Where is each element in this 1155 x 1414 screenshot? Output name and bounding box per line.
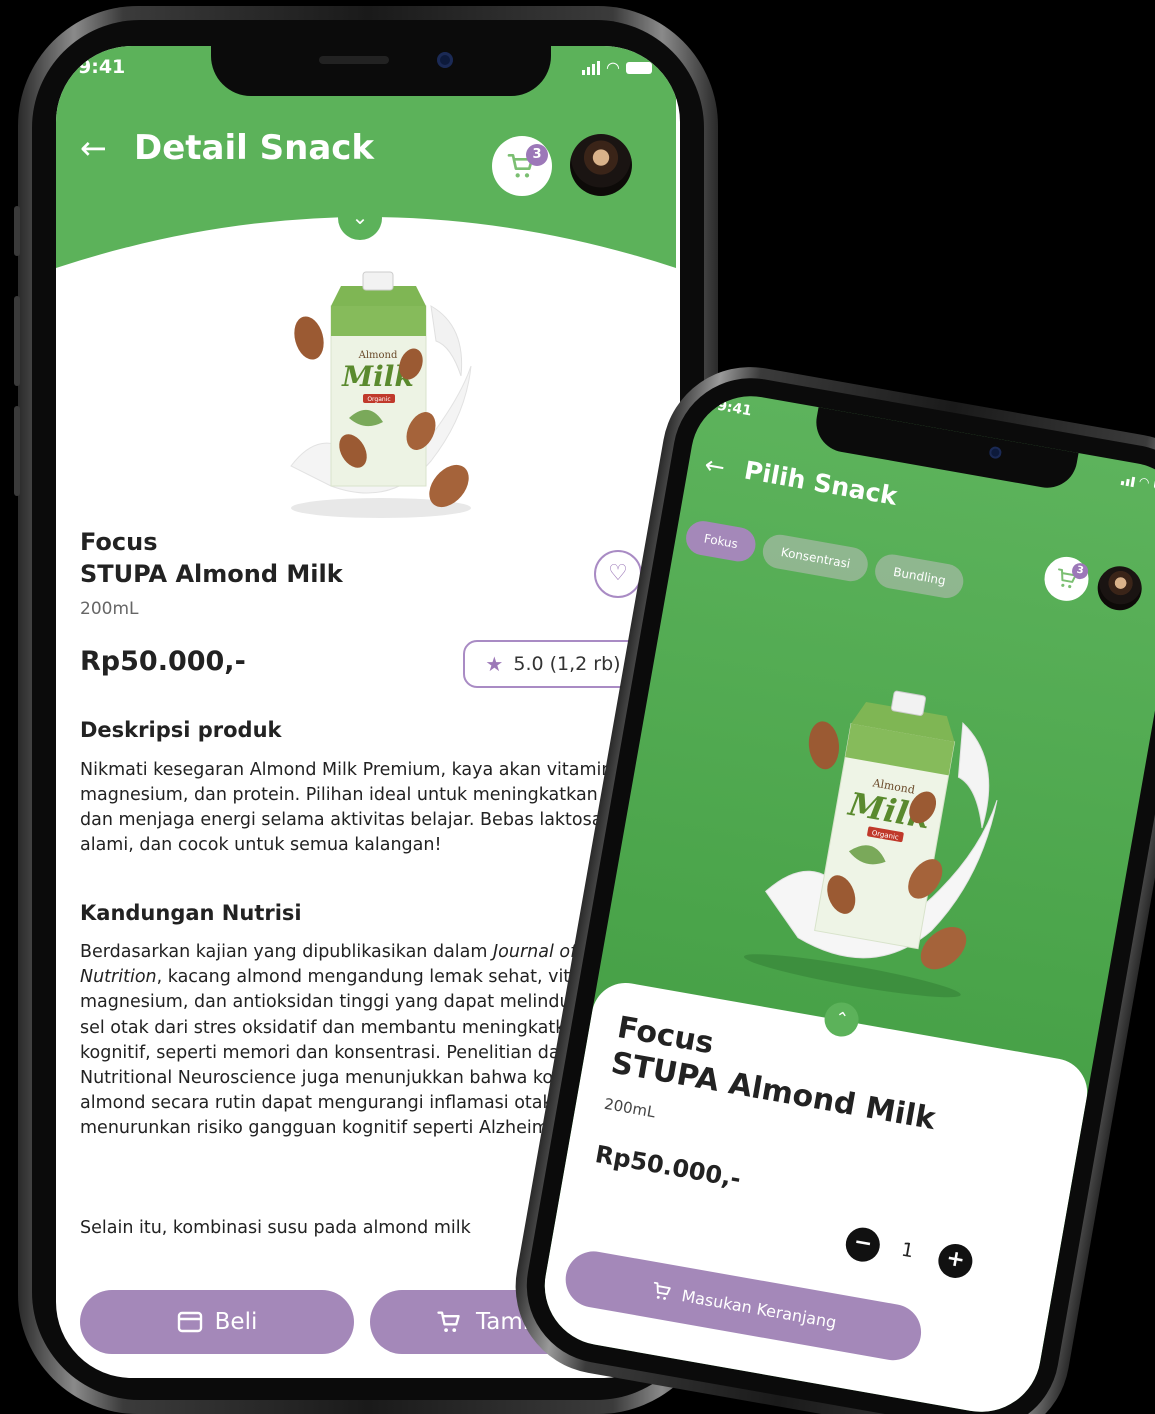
cart-icon [437,1311,460,1333]
tab-konsentrasi[interactable]: Konsentrasi [760,532,871,584]
minus-icon: − [851,1229,875,1258]
avatar[interactable] [1094,562,1146,614]
product-name: STUPA Almond Milk [80,560,343,588]
product-price: Rp50.000,- [80,646,246,677]
battery-icon [626,61,652,74]
status-icons: ◠ [582,58,652,77]
phone-side-button [14,206,20,256]
tab-fokus[interactable]: Fokus [683,518,759,565]
description-text: Nikmati kesegaran Almond Milk Premium, k… [80,760,650,855]
phone-side-button [14,296,20,386]
buy-button[interactable]: Beli [80,1290,354,1354]
notch [211,46,551,96]
rating-badge[interactable]: ★ 5.0 (1,2 rb) [463,640,643,688]
nutrition-text-pre: Berdasarkan kajian yang dipublikasikan d… [80,942,493,962]
status-time: 9:41 [78,56,126,78]
cart-icon [653,1281,671,1300]
product-image: Almond Milk Organic [743,690,998,998]
page-title: Pilih Snack [742,455,900,511]
signal-icon [1120,471,1135,488]
signal-icon [582,60,601,75]
carton-tag: Organic [367,396,390,403]
description-heading: Deskripsi produk [80,718,282,742]
wifi-icon: ◠ [1137,474,1151,490]
product-volume: 200mL [80,599,139,619]
add-to-cart-label: Masukan Keranjang [680,1285,838,1332]
tab-bundling[interactable]: Bundling [872,551,967,601]
cart-count-badge: 3 [526,144,548,166]
status-icons: ◠ [1120,471,1155,494]
mockup-stage: 9:41 ◠ ← Detail Snack 3 ⌄ Almond Milk Or… [0,0,1155,1414]
product-category: Focus [80,528,158,556]
status-time: 9:41 [715,397,753,420]
arrow-left-icon[interactable]: ← [80,132,107,164]
category-tabs: Fokus Konsentrasi Bundling [683,518,967,601]
camera [437,52,453,68]
phone-side-button [14,406,20,496]
arrow-left-icon[interactable]: ← [702,451,727,482]
speaker [319,56,389,64]
camera [988,445,1003,460]
page-title: Detail Snack [134,128,375,168]
heart-icon: ♡ [608,561,628,586]
nutrition-heading: Kandungan Nutrisi [80,901,302,925]
card-icon [177,1311,202,1333]
avatar[interactable] [570,134,632,196]
star-icon: ★ [485,652,504,676]
product-image: Almond Milk Organic [290,271,472,518]
cart-button[interactable] [1041,553,1092,605]
rating-value: 5.0 (1,2 rb) [513,653,621,675]
buy-button-label: Beli [214,1309,258,1335]
plus-icon: + [944,1245,967,1274]
favorite-button[interactable]: ♡ [594,550,642,598]
chevron-down-icon[interactable]: ⌄ [338,196,382,240]
wifi-icon: ◠ [606,58,620,77]
